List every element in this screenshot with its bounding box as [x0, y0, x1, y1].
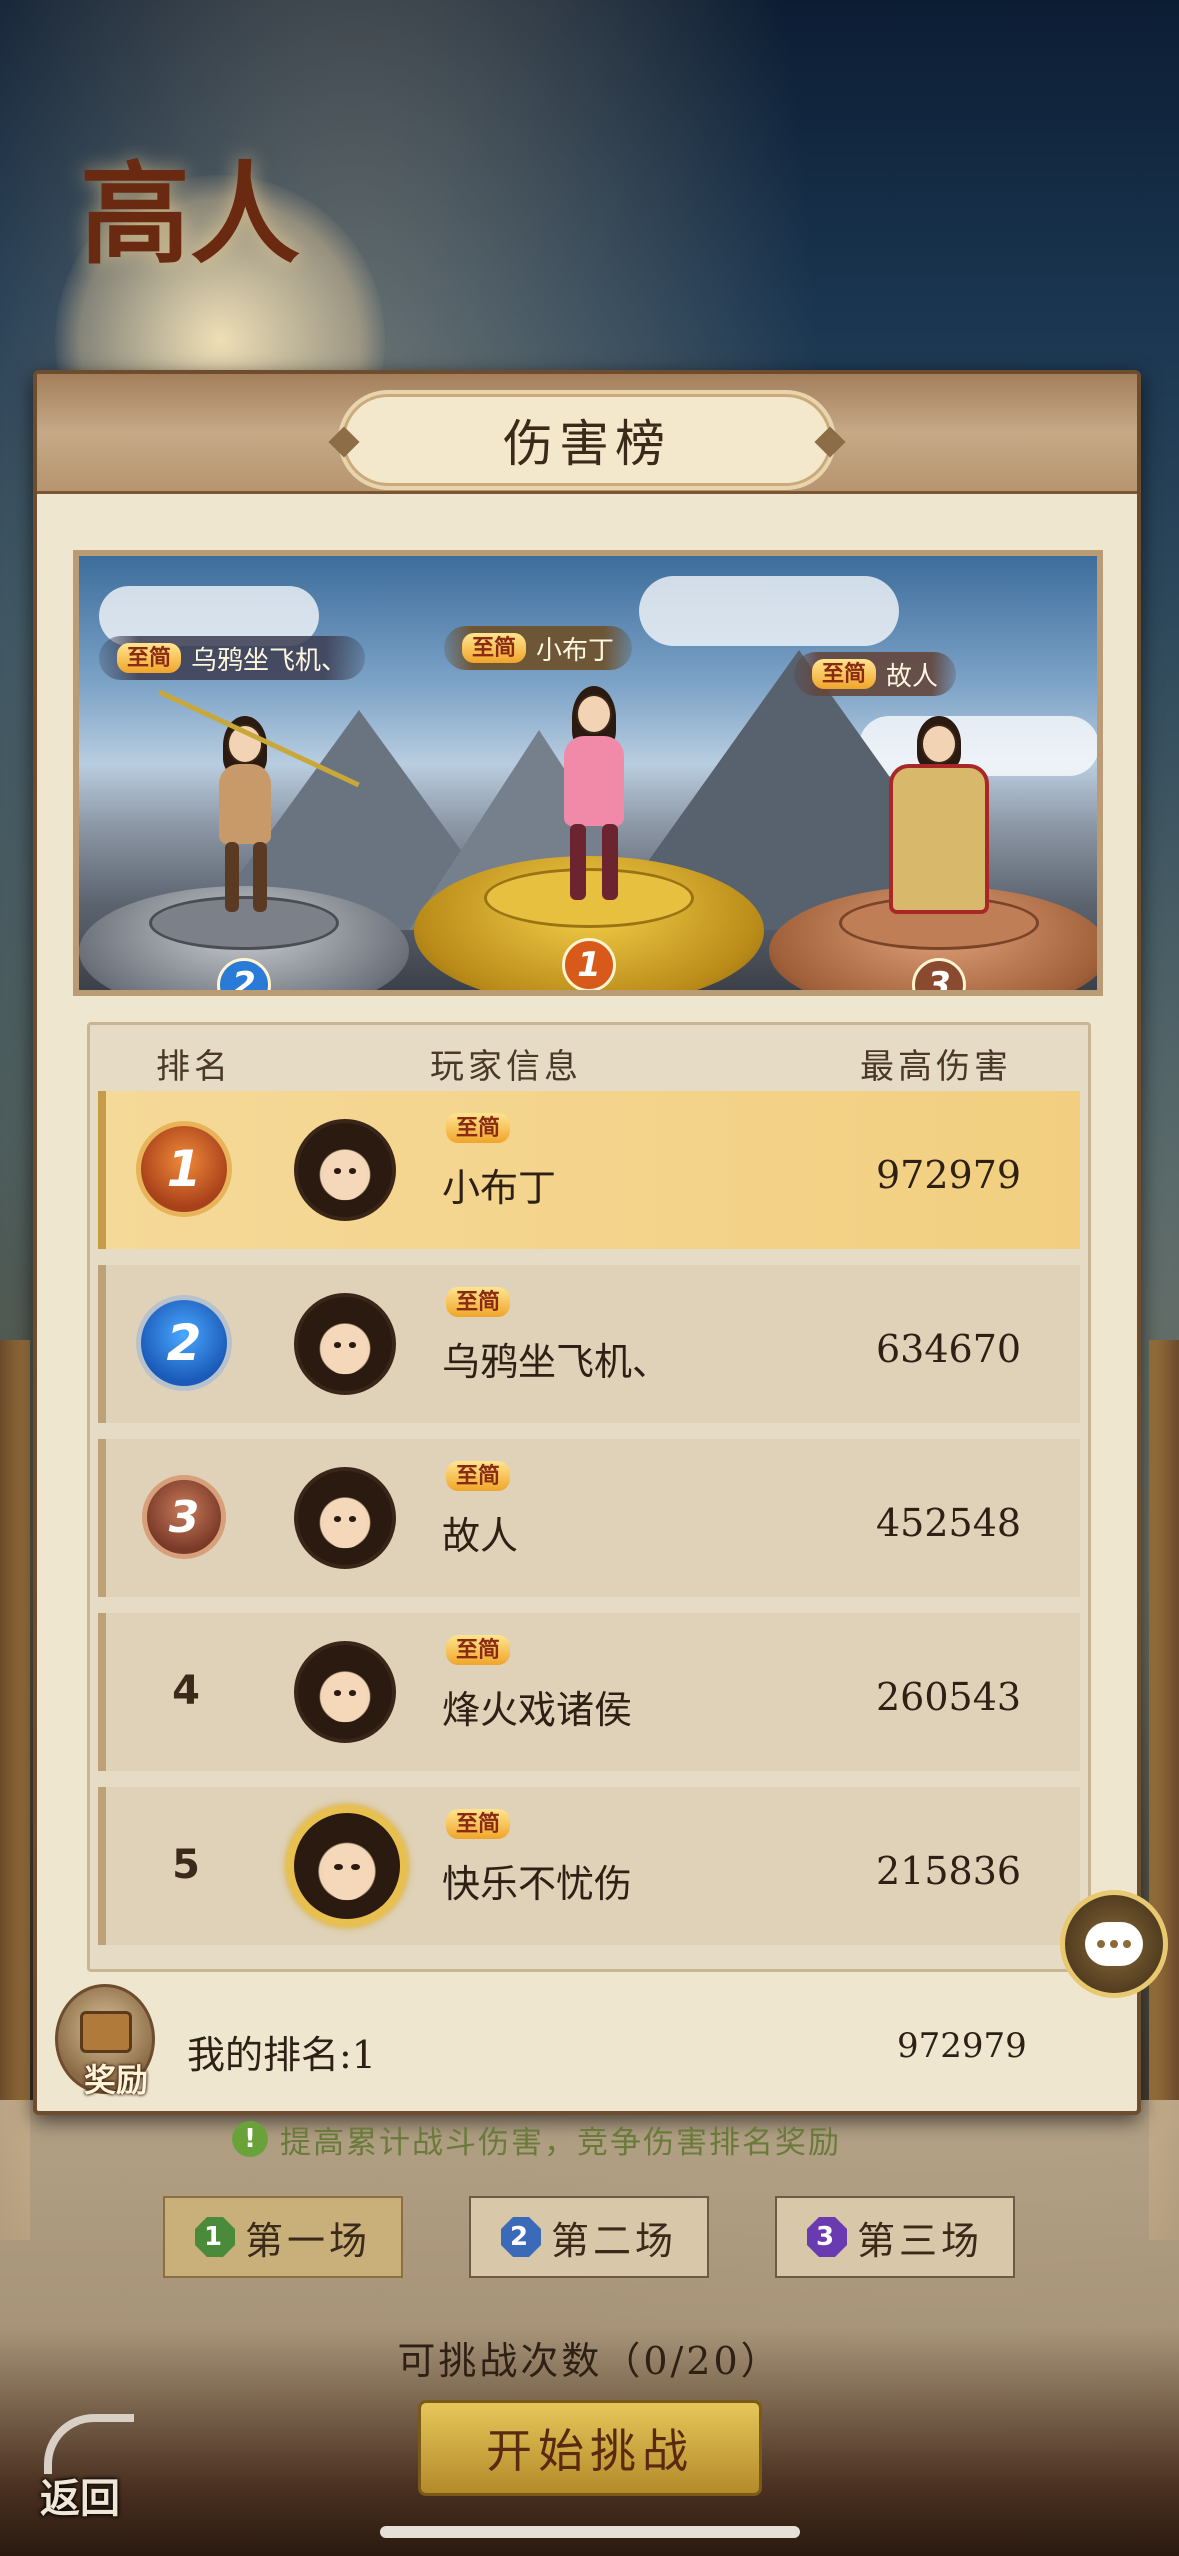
table-row[interactable]: 3 至简 故人 452548	[98, 1439, 1080, 1597]
diamond-ornament-icon	[328, 426, 360, 458]
table-row[interactable]: 4 至简 烽火戏诸侯 260543	[98, 1613, 1080, 1771]
my-rank-text: 我的排名:1	[187, 2033, 376, 2077]
diamond-ornament-icon	[814, 426, 846, 458]
reward-button[interactable]: 奖励	[55, 1984, 155, 2099]
player-name: 烽火戏诸侯	[442, 1688, 633, 1732]
cloud	[639, 576, 899, 646]
rank-three-badge-icon: 3	[912, 958, 966, 990]
damage-value: 972979	[876, 1153, 1022, 1197]
podium-name-first: 至简 小布丁	[444, 626, 633, 670]
character-first[interactable]	[534, 686, 654, 906]
damage-value: 215836	[876, 1849, 1022, 1893]
stage-label: 第一场	[244, 2218, 371, 2263]
podium-name-third: 至简 故人	[794, 652, 957, 696]
tier-tag: 至简	[812, 659, 877, 689]
start-challenge-button[interactable]: 开始挑战	[418, 2400, 762, 2496]
back-arrow-icon	[44, 2414, 134, 2474]
table-header: 排名 玩家信息 最高伤害	[90, 1025, 1088, 1091]
stage-label: 第二场	[550, 2218, 677, 2263]
player-name: 小布丁	[442, 1166, 557, 1210]
avatar[interactable]	[294, 1293, 396, 1395]
rank-number: 4	[172, 1668, 200, 1714]
stage-1-button[interactable]: 1 第一场	[163, 2196, 403, 2278]
player-name: 故人	[442, 1514, 519, 1558]
title-plate: 伤害榜	[328, 394, 846, 486]
tier-tag: 至简	[446, 1635, 511, 1665]
tier-tag: 至简	[462, 633, 527, 663]
stage-2-button[interactable]: 2 第二场	[469, 2196, 709, 2278]
stage-label: 第三场	[856, 2218, 983, 2263]
podium-name-second: 至简 乌鸦坐飞机、	[99, 636, 366, 680]
my-rank-damage: 972979	[897, 2026, 1027, 2066]
gold-medal-icon: 1	[136, 1121, 232, 1217]
avatar[interactable]	[294, 1119, 396, 1221]
damage-ranking-panel: 伤害榜 2 1 3 至简 乌鸦坐飞机、 至简 小布丁 至简 故人 排名 玩家信息…	[33, 370, 1141, 2115]
attempts-counter: 可挑战次数（0/20）	[397, 2339, 782, 2383]
panel-header: 伤害榜	[37, 374, 1137, 494]
bronze-medal-icon: 3	[142, 1475, 226, 1559]
my-rank-bar: 奖励 我的排名:1 972979	[37, 1984, 1137, 2104]
header-player: 玩家信息	[430, 1047, 582, 1087]
tier-tag: 至简	[117, 643, 182, 673]
header-damage: 最高伤害	[860, 1047, 1012, 1087]
tier-tag: 至简	[446, 1113, 511, 1143]
avatar[interactable]	[294, 1467, 396, 1569]
chat-button[interactable]	[1060, 1890, 1168, 1998]
header-rank: 排名	[156, 1047, 232, 1087]
chat-bubble-icon	[1085, 1922, 1143, 1966]
home-indicator[interactable]	[380, 2526, 800, 2538]
stage-number-icon: 1	[194, 2217, 235, 2257]
exclamation-icon: !	[232, 2121, 268, 2157]
back-button[interactable]: 返回	[34, 2408, 144, 2522]
table-row[interactable]: 2 至简 乌鸦坐飞机、 634670	[98, 1265, 1080, 1423]
podium-scene: 2 1 3 至简 乌鸦坐飞机、 至简 小布丁 至简 故人	[73, 550, 1103, 996]
character-third[interactable]	[869, 716, 1009, 926]
tier-tag: 至简	[446, 1461, 511, 1491]
silver-medal-icon: 2	[136, 1295, 232, 1391]
treasure-chest-icon	[80, 2011, 132, 2053]
player-name: 乌鸦坐飞机、	[442, 1340, 671, 1384]
stage-number-icon: 3	[806, 2217, 847, 2257]
rank-one-badge-icon: 1	[562, 938, 616, 990]
stage-number-icon: 2	[500, 2217, 541, 2257]
tier-tag: 至简	[446, 1287, 511, 1317]
avatar[interactable]	[294, 1641, 396, 1743]
hint-message: ! 提高累计战斗伤害，竞争伤害排名奖励	[232, 2117, 841, 2161]
rank-number: 5	[172, 1842, 200, 1888]
avatar[interactable]	[286, 1805, 408, 1927]
table-row[interactable]: 1 至简 小布丁 972979	[98, 1091, 1080, 1249]
damage-value: 452548	[876, 1501, 1022, 1545]
damage-value: 634670	[876, 1327, 1022, 1371]
back-label: 返回	[40, 2475, 120, 2522]
panel-title: 伤害榜	[503, 415, 671, 473]
reward-label: 奖励	[84, 2061, 149, 2099]
tier-tag: 至简	[446, 1809, 511, 1839]
ranking-table: 排名 玩家信息 最高伤害 1 至简 小布丁 972979 2 至简 乌鸦坐飞机、…	[87, 1022, 1091, 1972]
rank-two-badge-icon: 2	[217, 958, 271, 990]
hint-text: 提高累计战斗伤害，竞争伤害排名奖励	[280, 2124, 841, 2161]
stage-3-button[interactable]: 3 第三场	[775, 2196, 1015, 2278]
character-second[interactable]	[158, 689, 360, 916]
damage-value: 260543	[876, 1675, 1022, 1719]
player-name: 快乐不忧伤	[442, 1862, 633, 1906]
table-row[interactable]: 5 至简 快乐不忧伤 215836	[98, 1787, 1080, 1945]
